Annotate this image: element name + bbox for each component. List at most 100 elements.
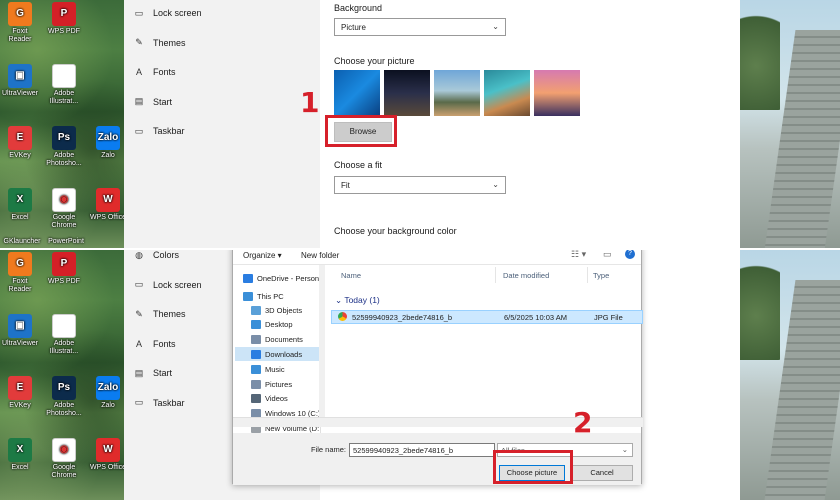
organize-menu[interactable]: Organize ▾ xyxy=(243,251,282,260)
chevron-down-icon: ⌄ xyxy=(492,22,499,31)
app-icon: P xyxy=(52,252,76,276)
app-icon: W xyxy=(96,438,120,462)
fit-dropdown[interactable]: Fit ⌄ xyxy=(334,176,506,194)
nav-item-label: This PC xyxy=(257,291,284,301)
desktop-icon-label: Foxit Reader xyxy=(8,28,32,43)
picture-thumbnail-windows[interactable] xyxy=(334,70,380,116)
view-options-icon[interactable]: ☷ ▾ xyxy=(571,250,586,260)
cancel-button[interactable]: Cancel xyxy=(571,465,633,481)
column-header-date[interactable]: Date modified xyxy=(503,271,549,280)
nav-item-pictures[interactable]: Pictures xyxy=(251,377,292,391)
sidebar-item-taskbar[interactable]: ▭ Taskbar xyxy=(132,121,185,141)
file-row[interactable]: 52599940923_2bede74816_b 6/5/2025 10:03 … xyxy=(331,310,643,324)
sidebar-item-themes[interactable]: ✎ Themes xyxy=(132,304,186,324)
desktop-icon[interactable]: Adobe Illustrat... xyxy=(44,314,84,356)
nav-item-downloads[interactable]: Downloads xyxy=(235,347,319,361)
fit-label: Choose a fit xyxy=(334,160,383,170)
desktop-icon-label: Zalo xyxy=(101,402,115,409)
desktop-icon-label: WPS Office xyxy=(89,214,127,221)
settings-sidebar: ▭ Lock screen ✎ Themes A Fonts ▤ Start ▭ Taskbar xyxy=(124,0,320,248)
music-icon xyxy=(251,364,261,374)
taskbar-icon: ▭ xyxy=(134,125,144,136)
sidebar-item-label: Taskbar xyxy=(153,126,185,136)
sidebar-item-lock-screen[interactable]: ▭ Lock screen xyxy=(132,275,202,295)
desktop-icon[interactable]: ◉ Google Chrome xyxy=(44,188,84,230)
sidebar-item-label: Lock screen xyxy=(153,8,202,18)
background-label: Background xyxy=(334,3,383,13)
sidebar-item-taskbar[interactable]: ▭ Taskbar xyxy=(132,393,185,413)
desktop-icon-label: Foxit Reader xyxy=(8,278,32,293)
nav-item-videos[interactable]: Videos xyxy=(251,391,288,405)
sidebar-item-start[interactable]: ▤ Start xyxy=(132,92,172,112)
desktop-icon[interactable]: Adobe Illustrat... xyxy=(44,64,84,106)
desktop-icon[interactable]: ▣ UltraViewer xyxy=(0,314,40,348)
new-folder-button[interactable]: New folder xyxy=(301,251,339,260)
desktop-icon[interactable]: ◉ Google Chrome xyxy=(44,438,84,480)
desktop-icon[interactable]: E EVKey xyxy=(0,126,40,160)
picture-thumbnail-beach[interactable] xyxy=(484,70,530,116)
sidebar-item-start[interactable]: ▤ Start xyxy=(132,363,172,383)
desktop-icon[interactable]: W WPS Office xyxy=(88,438,128,472)
desktop-icon-label: Adobe Illustrat... xyxy=(49,90,79,105)
sidebar-item-label: Themes xyxy=(153,37,186,48)
fonts-icon: A xyxy=(135,67,142,77)
sidebar-item-label: Fonts xyxy=(153,67,176,77)
app-icon: X xyxy=(8,188,32,212)
app-icon: G xyxy=(8,252,32,276)
desktop-icon[interactable]: W WPS Office xyxy=(88,188,128,222)
desktop-icon[interactable]: P WPS PDF xyxy=(44,252,84,286)
3d-objects-icon xyxy=(251,305,261,315)
downloads-icon xyxy=(251,349,261,359)
app-icon: P xyxy=(52,2,76,26)
desktop-icon[interactable]: X Excel xyxy=(0,188,40,222)
desktop-icon-label: PowerPoint xyxy=(48,238,84,245)
column-header-name[interactable]: Name xyxy=(341,271,361,280)
navigation-pane: OneDrive - Person This PC 3D Objects Deskto… xyxy=(233,265,321,437)
desktop-icon[interactable]: X Excel xyxy=(0,438,40,472)
nav-item-documents[interactable]: Documents xyxy=(251,332,303,346)
sidebar-item-colors[interactable]: ◍ Colors xyxy=(132,250,179,265)
desktop-icon[interactable]: G Foxit Reader xyxy=(0,252,40,294)
desktop-icon[interactable]: Ps Adobe Photosho... xyxy=(44,126,84,168)
desktop-icon[interactable]: Ps Adobe Photosho... xyxy=(44,376,84,418)
sidebar-item-label: Taskbar xyxy=(153,397,185,408)
nav-item-this-pc[interactable]: This PC xyxy=(243,289,284,303)
sidebar-item-label: Fonts xyxy=(153,338,176,349)
help-icon[interactable]: ? xyxy=(625,250,635,259)
desktop-icon[interactable]: E EVKey xyxy=(0,376,40,410)
sidebar-item-fonts[interactable]: A Fonts xyxy=(132,62,176,82)
desktop-icon-label: EVKey xyxy=(9,152,31,159)
picture-thumbnail-coast[interactable] xyxy=(434,70,480,116)
nav-item-onedrive[interactable]: OneDrive - Person xyxy=(243,271,319,285)
group-header-today[interactable]: ⌄ Today (1) xyxy=(335,295,380,306)
sidebar-item-fonts[interactable]: A Fonts xyxy=(132,334,176,354)
app-icon: ▣ xyxy=(8,314,32,338)
desktop-icon[interactable]: ▣ UltraViewer xyxy=(0,64,40,98)
preview-pane-icon[interactable]: ▭ xyxy=(603,250,612,260)
app-icon: ▣ xyxy=(8,64,32,88)
nav-item-music[interactable]: Music xyxy=(251,362,285,376)
sidebar-item-lock-screen[interactable]: ▭ Lock screen xyxy=(132,3,202,23)
app-icon xyxy=(52,314,76,338)
picture-thumbnail-night[interactable] xyxy=(384,70,430,116)
app-icon: Zalo xyxy=(96,126,120,150)
nav-item-3d-objects[interactable]: 3D Objects xyxy=(251,303,302,317)
desktop-icon[interactable]: Zalo Zalo xyxy=(88,376,128,410)
picture-thumbnail-sunset[interactable] xyxy=(534,70,580,116)
nav-item-label: Desktop xyxy=(265,319,293,329)
sidebar-item-themes[interactable]: ✎ Themes xyxy=(132,33,186,53)
highlight-box-choose-picture xyxy=(493,450,573,484)
sidebar-item-label: Themes xyxy=(153,309,186,319)
chevron-down-icon: ⌄ xyxy=(621,445,628,454)
app-icon: E xyxy=(8,376,32,400)
app-icon: Ps xyxy=(52,126,76,150)
dialog-toolbar: Organize ▾ New folder ☷ ▾ ▭ ? xyxy=(233,250,641,265)
column-header-type[interactable]: Type xyxy=(593,271,609,280)
desktop-icon[interactable]: Zalo Zalo xyxy=(88,126,128,160)
desktop-icon[interactable]: P WPS PDF xyxy=(44,2,84,36)
desktop-icon[interactable]: G Foxit Reader xyxy=(0,2,40,44)
choose-picture-label: Choose your picture xyxy=(334,56,415,66)
nav-item-desktop-folder[interactable]: Desktop xyxy=(251,317,293,331)
file-name-input[interactable]: 52599940923_2bede74816_b xyxy=(349,443,495,457)
background-dropdown[interactable]: Picture ⌄ xyxy=(334,18,506,36)
